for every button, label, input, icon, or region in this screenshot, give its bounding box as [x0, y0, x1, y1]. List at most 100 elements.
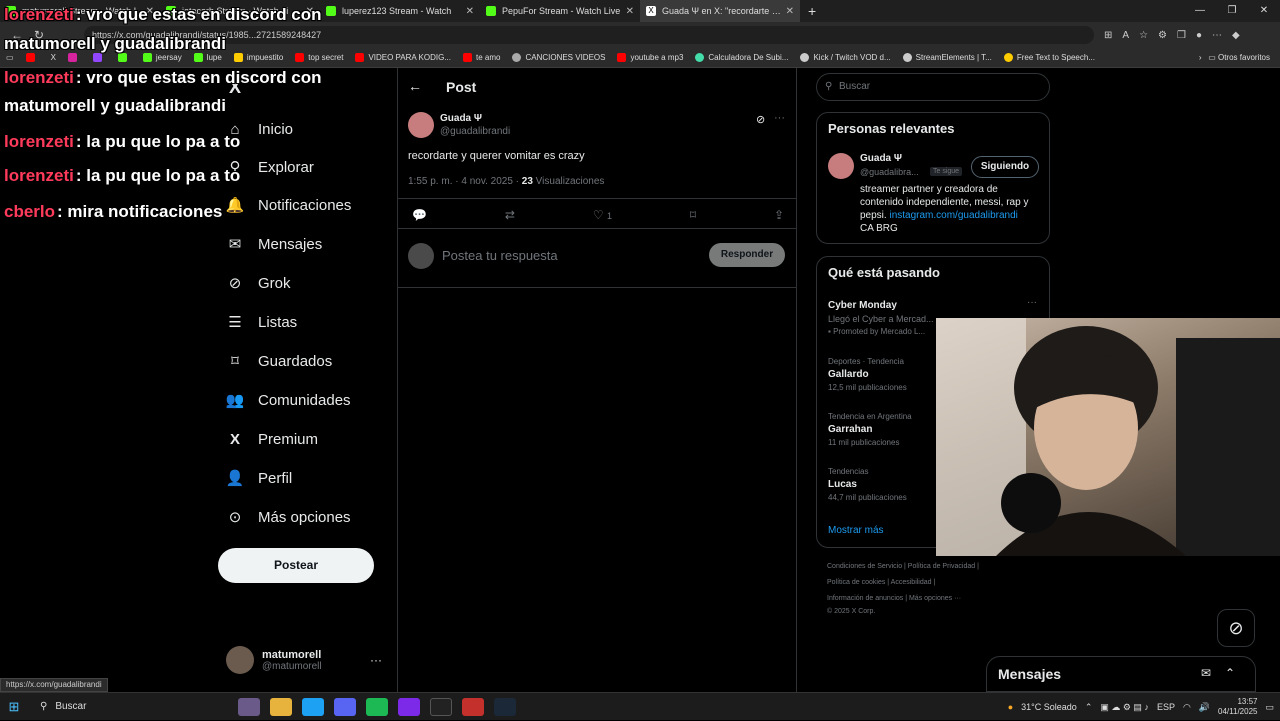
extensions-icon[interactable]: ⚙ [1158, 30, 1167, 41]
avatar[interactable] [828, 153, 854, 179]
steam-icon[interactable] [494, 697, 516, 716]
bookmark-item[interactable]: impuestito [233, 53, 283, 62]
volume-icon[interactable]: 🔊 [1199, 702, 1210, 713]
footer-links[interactable]: Información de anuncios | Más opciones ·… [827, 595, 961, 602]
obs-icon[interactable] [430, 697, 452, 716]
youtube-icon[interactable] [25, 53, 39, 62]
browser-tab[interactable]: luperez123 Stream - Watch ✕ [320, 0, 480, 22]
install-icon[interactable]: ⊞ [1104, 30, 1112, 41]
following-button[interactable]: Siguiendo [971, 156, 1039, 178]
sidebar-item-comunidades[interactable]: 👥 Comunidades [226, 391, 351, 410]
instagram-icon[interactable] [67, 53, 81, 62]
url-input[interactable]: https://x.com/guadalibrandi/status/1985.… [84, 26, 1094, 44]
wifi-icon[interactable]: ◠ [1183, 702, 1191, 713]
search-input[interactable]: ⚲ Buscar [816, 73, 1050, 101]
menu-dots-icon[interactable]: ⋯ [1212, 30, 1222, 41]
bookmark-item[interactable]: Free Text to Speech... [1003, 53, 1095, 62]
discord-icon[interactable] [334, 697, 356, 716]
edge-icon[interactable] [302, 697, 324, 716]
taskbar-search[interactable]: ⚲ Buscar [32, 696, 228, 718]
spotify-icon[interactable] [366, 697, 388, 716]
back-arrow-icon[interactable]: ← [408, 78, 422, 94]
grok-floating-button[interactable]: ⊘ [1217, 609, 1255, 647]
repost-icon[interactable]: ⇄ [505, 208, 515, 222]
weather-icon[interactable]: ● [1008, 702, 1013, 712]
new-message-icon[interactable]: ✉ [1201, 666, 1211, 680]
more-dots-icon[interactable]: ··· [1027, 297, 1037, 308]
notification-icon[interactable]: ▭ [1265, 702, 1274, 713]
sidebar-item-mas-opciones[interactable]: ⊙ Más opciones [226, 508, 351, 527]
task-view-icon[interactable] [238, 697, 260, 716]
collections-icon[interactable]: ❒ [1177, 30, 1186, 41]
profile-icon[interactable]: ● [1196, 30, 1202, 41]
messages-drawer[interactable]: Mensajes ✉ ⌃ [986, 656, 1256, 692]
show-more-link[interactable]: Mostrar más [828, 525, 884, 536]
footer-links[interactable]: Política de cookies | Accesibilidad | [827, 579, 935, 586]
close-window-button[interactable]: ✕ [1248, 0, 1280, 22]
browser-tab[interactable]: PepuFor Stream - Watch Live ✕ [480, 0, 640, 22]
post-button[interactable]: Postear [218, 548, 374, 583]
sidebar-item-mensajes[interactable]: ✉ Mensajes [226, 235, 323, 254]
sidebar-item-grok[interactable]: ⊘ Grok [226, 274, 291, 293]
bookmark-icon[interactable]: ⌑ [690, 208, 696, 222]
twitch-icon[interactable] [92, 53, 106, 62]
sidebar-item-perfil[interactable]: 👤 Perfil [226, 469, 293, 488]
favorite-star-icon[interactable]: ☆ [1139, 30, 1148, 41]
close-icon[interactable]: ✕ [626, 6, 634, 17]
windows-taskbar: ⊞ ⚲ Buscar ● 31°C Soleado ⌃ ▣ ☁ ⚙ ▤ ♪ ESP… [0, 692, 1280, 720]
account-switcher[interactable]: matumorell @matumorell [226, 646, 322, 674]
bookmark-item[interactable]: jeersay [142, 53, 182, 62]
chevron-up-icon[interactable]: ⌃ [1085, 702, 1093, 713]
bookmark-item[interactable]: te amo [462, 53, 500, 62]
taskbar-clock[interactable]: 13:57 04/11/2025 [1218, 697, 1257, 717]
maximize-button[interactable]: ❐ [1216, 0, 1248, 22]
bookmark-item[interactable]: lupe [193, 53, 222, 62]
close-icon[interactable]: ✕ [786, 6, 794, 17]
trend-item[interactable]: Cyber Monday Llegó el Cyber a Mercad... … [828, 297, 934, 336]
author-name[interactable]: Guada Ψ [440, 113, 482, 124]
status-url: https://x.com/guadalibrandi [0, 678, 108, 692]
reply-icon[interactable]: 💬 [412, 208, 427, 222]
sidebar-item-listas[interactable]: ☰ Listas [226, 313, 297, 332]
copilot-icon[interactable]: ◆ [1232, 30, 1240, 41]
more-dots-icon[interactable]: ··· [774, 112, 785, 124]
voicemeeter-icon[interactable] [462, 697, 484, 716]
trend-item[interactable]: Tendencias Lucas 44,7 mil publicaciones [828, 467, 907, 502]
sidebar-item-notificaciones[interactable]: 🔔 Notificaciones [226, 196, 352, 215]
new-tab-button[interactable]: + [800, 3, 824, 19]
minimize-button[interactable]: — [1184, 0, 1216, 22]
windows-start-icon[interactable]: ⊞ [0, 699, 28, 715]
grok-icon[interactable]: ⊘ [756, 113, 765, 126]
sidebar-item-guardados[interactable]: ⌑ Guardados [226, 352, 332, 371]
bookmark-item[interactable]: VIDEO PARA KODIG... [355, 53, 451, 62]
trend-item[interactable]: Deportes · Tendencia Gallardo 12,5 mil p… [828, 357, 907, 392]
tray-icons[interactable]: ▣ ☁ ⚙ ▤ ♪ [1100, 702, 1149, 713]
reply-input[interactable]: Postea tu respuesta [442, 248, 558, 263]
browser-tab-active[interactable]: XGuada Ψ en X: "recordarte y quer✕ [640, 0, 800, 22]
bookmark-item[interactable]: Calculadora De Subi... [695, 53, 788, 62]
chevron-up-icon[interactable]: ⌃ [1225, 666, 1235, 680]
trend-item[interactable]: Tendencia en Argentina Garrahan 11 mil p… [828, 412, 912, 447]
bookmark-apps-icon[interactable]: ▭ [6, 53, 14, 62]
share-icon[interactable]: ⇪ [774, 208, 784, 222]
bookmark-item[interactable]: CANCIONES VIDEOS [512, 53, 605, 62]
bookmark-item[interactable]: Kick / Twitch VOD d... [800, 53, 891, 62]
kick-icon [486, 6, 496, 16]
x-logo-icon[interactable]: X [51, 53, 56, 62]
author-avatar[interactable] [408, 112, 434, 138]
file-explorer-icon[interactable] [270, 697, 292, 716]
canva-icon[interactable] [398, 697, 420, 716]
bookmark-item[interactable]: youtube a mp3 [617, 53, 683, 62]
more-dots-icon[interactable]: ··· [370, 653, 382, 667]
kick-icon[interactable] [117, 53, 131, 62]
read-aloud-icon[interactable]: A [1122, 30, 1129, 41]
close-icon[interactable]: ✕ [466, 6, 474, 17]
author-handle[interactable]: @guadalibrandi [440, 126, 510, 137]
reply-button[interactable]: Responder [709, 243, 785, 267]
sidebar-item-premium[interactable]: X Premium [226, 430, 318, 448]
other-bookmarks[interactable]: › ▭ Otros favoritos [1199, 48, 1270, 68]
bookmark-item[interactable]: StreamElements | T... [902, 53, 992, 62]
bookmark-item[interactable]: top secret [295, 53, 343, 62]
footer-links[interactable]: Condiciones de Servicio | Política de Pr… [827, 563, 979, 570]
like-button[interactable]: ♡ 1 [593, 208, 612, 222]
